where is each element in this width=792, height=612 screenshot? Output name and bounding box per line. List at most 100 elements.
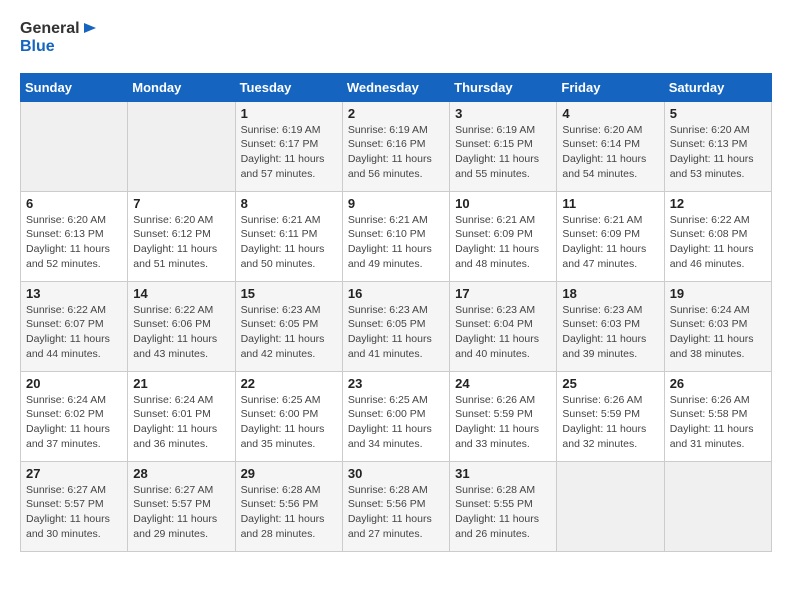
calendar-cell: 31 Sunrise: 6:28 AM Sunset: 5:55 PM Dayli… — [450, 461, 557, 551]
calendar-cell — [557, 461, 664, 551]
calendar-cell: 27 Sunrise: 6:27 AM Sunset: 5:57 PM Dayli… — [21, 461, 128, 551]
day-info: Sunrise: 6:24 AM Sunset: 6:02 PM Dayligh… — [26, 393, 122, 452]
day-info: Sunrise: 6:25 AM Sunset: 6:00 PM Dayligh… — [241, 393, 337, 452]
calendar-cell: 10Sunrise: 6:21 AM Sunset: 6:09 PM Dayli… — [450, 191, 557, 281]
calendar-cell — [128, 101, 235, 191]
calendar-week-1: 1Sunrise: 6:19 AM Sunset: 6:17 PM Daylig… — [21, 101, 772, 191]
day-number: 5 — [670, 106, 766, 121]
day-header-thursday: Thursday — [450, 73, 557, 101]
calendar-cell: 1Sunrise: 6:19 AM Sunset: 6:17 PM Daylig… — [235, 101, 342, 191]
calendar-cell: 23 Sunrise: 6:25 AM Sunset: 6:00 PM Dayli… — [342, 371, 449, 461]
calendar-cell: 21 Sunrise: 6:24 AM Sunset: 6:01 PM Dayli… — [128, 371, 235, 461]
calendar-week-3: 13 Sunrise: 6:22 AM Sunset: 6:07 PM Dayli… — [21, 281, 772, 371]
day-number: 19 — [670, 286, 766, 301]
calendar-cell — [664, 461, 771, 551]
day-number: 31 — [455, 466, 551, 481]
day-info: Sunrise: 6:28 AM Sunset: 5:56 PM Dayligh… — [348, 483, 444, 542]
day-header-saturday: Saturday — [664, 73, 771, 101]
day-info: Sunrise: 6:22 AM Sunset: 6:08 PM Dayligh… — [670, 213, 766, 272]
day-number: 8 — [241, 196, 337, 211]
day-number: 11 — [562, 196, 658, 211]
day-info: Sunrise: 6:27 AM Sunset: 5:57 PM Dayligh… — [26, 483, 122, 542]
day-info: Sunrise: 6:20 AM Sunset: 6:13 PM Dayligh… — [26, 213, 122, 272]
calendar-cell: 5 Sunrise: 6:20 AM Sunset: 6:13 PM Daylig… — [664, 101, 771, 191]
day-info: Sunrise: 6:26 AM Sunset: 5:59 PM Dayligh… — [455, 393, 551, 452]
calendar-cell — [21, 101, 128, 191]
calendar-cell: 7 Sunrise: 6:20 AM Sunset: 6:12 PM Daylig… — [128, 191, 235, 281]
day-info: Sunrise: 6:19 AM Sunset: 6:17 PM Dayligh… — [241, 123, 337, 182]
day-number: 28 — [133, 466, 229, 481]
day-info: Sunrise: 6:21 AM Sunset: 6:09 PM Dayligh… — [562, 213, 658, 272]
day-info: Sunrise: 6:24 AM Sunset: 6:01 PM Dayligh… — [133, 393, 229, 452]
calendar-cell: 9Sunrise: 6:21 AM Sunset: 6:10 PM Daylig… — [342, 191, 449, 281]
day-info: Sunrise: 6:23 AM Sunset: 6:04 PM Dayligh… — [455, 303, 551, 362]
day-number: 2 — [348, 106, 444, 121]
day-header-wednesday: Wednesday — [342, 73, 449, 101]
calendar-cell: 15 Sunrise: 6:23 AM Sunset: 6:05 PM Dayli… — [235, 281, 342, 371]
day-info: Sunrise: 6:23 AM Sunset: 6:03 PM Dayligh… — [562, 303, 658, 362]
calendar-cell: 16 Sunrise: 6:23 AM Sunset: 6:05 PM Dayli… — [342, 281, 449, 371]
day-number: 16 — [348, 286, 444, 301]
calendar-cell: 14Sunrise: 6:22 AM Sunset: 6:06 PM Dayli… — [128, 281, 235, 371]
day-number: 20 — [26, 376, 122, 391]
day-info: Sunrise: 6:21 AM Sunset: 6:11 PM Dayligh… — [241, 213, 337, 272]
day-info: Sunrise: 6:20 AM Sunset: 6:13 PM Dayligh… — [670, 123, 766, 182]
logo-text: General Blue — [20, 20, 80, 57]
day-number: 18 — [562, 286, 658, 301]
day-header-sunday: Sunday — [21, 73, 128, 101]
day-number: 23 — [348, 376, 444, 391]
day-header-tuesday: Tuesday — [235, 73, 342, 101]
day-info: Sunrise: 6:23 AM Sunset: 6:05 PM Dayligh… — [241, 303, 337, 362]
day-number: 13 — [26, 286, 122, 301]
calendar-cell: 17 Sunrise: 6:23 AM Sunset: 6:04 PM Dayli… — [450, 281, 557, 371]
calendar-cell: 6Sunrise: 6:20 AM Sunset: 6:13 PM Daylig… — [21, 191, 128, 281]
calendar-cell: 11 Sunrise: 6:21 AM Sunset: 6:09 PM Dayli… — [557, 191, 664, 281]
day-number: 21 — [133, 376, 229, 391]
day-info: Sunrise: 6:19 AM Sunset: 6:15 PM Dayligh… — [455, 123, 551, 182]
day-info: Sunrise: 6:20 AM Sunset: 6:12 PM Dayligh… — [133, 213, 229, 272]
day-number: 29 — [241, 466, 337, 481]
day-info: Sunrise: 6:28 AM Sunset: 5:55 PM Dayligh… — [455, 483, 551, 542]
calendar-header: SundayMondayTuesdayWednesdayThursdayFrid… — [21, 73, 772, 101]
day-number: 10 — [455, 196, 551, 211]
day-number: 15 — [241, 286, 337, 301]
day-info: Sunrise: 6:19 AM Sunset: 6:16 PM Dayligh… — [348, 123, 444, 182]
day-number: 4 — [562, 106, 658, 121]
calendar-table: SundayMondayTuesdayWednesdayThursdayFrid… — [20, 73, 772, 552]
day-header-friday: Friday — [557, 73, 664, 101]
day-number: 26 — [670, 376, 766, 391]
day-number: 24 — [455, 376, 551, 391]
calendar-cell: 8 Sunrise: 6:21 AM Sunset: 6:11 PM Daylig… — [235, 191, 342, 281]
day-info: Sunrise: 6:23 AM Sunset: 6:05 PM Dayligh… — [348, 303, 444, 362]
day-number: 9 — [348, 196, 444, 211]
calendar-cell: 22 Sunrise: 6:25 AM Sunset: 6:00 PM Dayli… — [235, 371, 342, 461]
day-info: Sunrise: 6:27 AM Sunset: 5:57 PM Dayligh… — [133, 483, 229, 542]
calendar-cell: 19Sunrise: 6:24 AM Sunset: 6:03 PM Dayli… — [664, 281, 771, 371]
calendar-cell: 25 Sunrise: 6:26 AM Sunset: 5:59 PM Dayli… — [557, 371, 664, 461]
calendar-week-4: 20 Sunrise: 6:24 AM Sunset: 6:02 PM Dayli… — [21, 371, 772, 461]
day-info: Sunrise: 6:26 AM Sunset: 5:59 PM Dayligh… — [562, 393, 658, 452]
day-number: 25 — [562, 376, 658, 391]
day-info: Sunrise: 6:20 AM Sunset: 6:14 PM Dayligh… — [562, 123, 658, 182]
day-number: 17 — [455, 286, 551, 301]
day-number: 14 — [133, 286, 229, 301]
day-number: 22 — [241, 376, 337, 391]
calendar-cell: 12 Sunrise: 6:22 AM Sunset: 6:08 PM Dayli… — [664, 191, 771, 281]
calendar-cell: 4 Sunrise: 6:20 AM Sunset: 6:14 PM Daylig… — [557, 101, 664, 191]
calendar-cell: 24 Sunrise: 6:26 AM Sunset: 5:59 PM Dayli… — [450, 371, 557, 461]
day-header-monday: Monday — [128, 73, 235, 101]
calendar-cell: 26Sunrise: 6:26 AM Sunset: 5:58 PM Dayli… — [664, 371, 771, 461]
day-number: 27 — [26, 466, 122, 481]
calendar-cell: 2 Sunrise: 6:19 AM Sunset: 6:16 PM Daylig… — [342, 101, 449, 191]
day-info: Sunrise: 6:28 AM Sunset: 5:56 PM Dayligh… — [241, 483, 337, 542]
day-number: 7 — [133, 196, 229, 211]
calendar-cell: 30 Sunrise: 6:28 AM Sunset: 5:56 PM Dayli… — [342, 461, 449, 551]
calendar-cell: 3Sunrise: 6:19 AM Sunset: 6:15 PM Daylig… — [450, 101, 557, 191]
day-number: 12 — [670, 196, 766, 211]
day-info: Sunrise: 6:25 AM Sunset: 6:00 PM Dayligh… — [348, 393, 444, 452]
calendar-cell: 20 Sunrise: 6:24 AM Sunset: 6:02 PM Dayli… — [21, 371, 128, 461]
calendar-cell: 28 Sunrise: 6:27 AM Sunset: 5:57 PM Dayli… — [128, 461, 235, 551]
day-number: 30 — [348, 466, 444, 481]
day-info: Sunrise: 6:22 AM Sunset: 6:07 PM Dayligh… — [26, 303, 122, 362]
calendar-cell: 13 Sunrise: 6:22 AM Sunset: 6:07 PM Dayli… — [21, 281, 128, 371]
